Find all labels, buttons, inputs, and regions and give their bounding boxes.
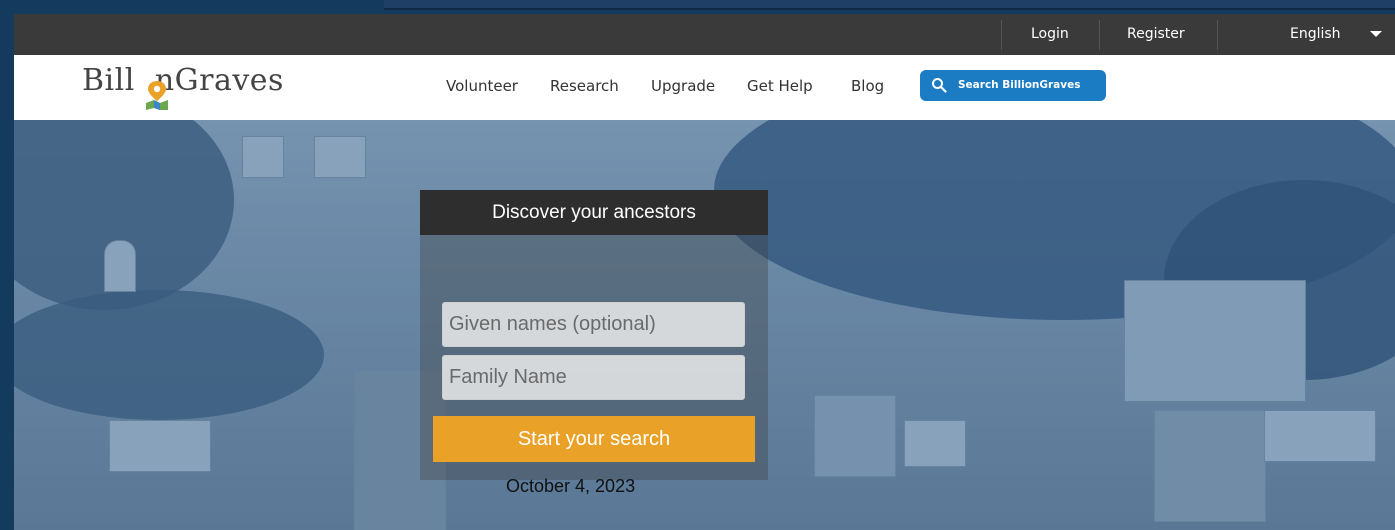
brand-logo[interactable]: Bill nGraves [82, 61, 284, 111]
search-panel-heading: Discover your ancestors [420, 190, 768, 235]
hero-banner: Discover your ancestors Start your searc… [14, 120, 1395, 530]
browser-page: Login Register English Bill nGraves Volun… [14, 14, 1395, 530]
search-button-label: Search BillionGraves [958, 79, 1081, 91]
nav-blog[interactable]: Blog [851, 77, 884, 95]
divider [1217, 20, 1218, 50]
given-names-input[interactable] [442, 302, 745, 347]
date-text: October 4, 2023 [506, 476, 636, 496]
nav-get-help[interactable]: Get Help [747, 77, 813, 95]
divider [1001, 20, 1002, 50]
main-navigation: Bill nGraves Volunteer Research Upgrade G… [14, 55, 1395, 120]
nav-upgrade[interactable]: Upgrade [651, 77, 715, 95]
map-pin-icon [146, 81, 168, 110]
nav-volunteer[interactable]: Volunteer [446, 77, 518, 95]
language-selector[interactable]: English [1290, 25, 1341, 43]
logo-text: Bill nGraves [82, 63, 284, 98]
chevron-down-icon[interactable] [1370, 31, 1382, 37]
divider [1099, 20, 1100, 50]
start-search-button[interactable]: Start your search [433, 416, 755, 462]
background-window-edge [384, 0, 1395, 10]
register-link[interactable]: Register [1127, 25, 1185, 43]
search-icon [932, 78, 947, 93]
nav-research[interactable]: Research [550, 77, 619, 95]
top-utility-bar: Login Register English [14, 14, 1395, 55]
login-link[interactable]: Login [1031, 25, 1069, 43]
family-name-input[interactable] [442, 355, 745, 400]
search-billiongraves-button[interactable]: Search BillionGraves [920, 70, 1106, 101]
